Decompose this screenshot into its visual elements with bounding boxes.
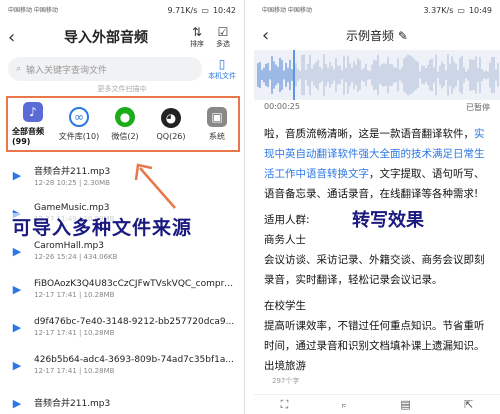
back-button[interactable]: ‹ — [262, 25, 282, 46]
file-name: FiBOAozK3Q4U83cCzCJFwTVskVQC_compre... — [34, 279, 236, 289]
tab-system[interactable]: ▣ 系统 — [196, 106, 238, 142]
sort-button[interactable]: ⇅ 排序 — [184, 24, 210, 49]
carrier-label: 中国移动 中国移动 — [8, 6, 58, 14]
search-input[interactable]: ⌕ 输入关键字查询文件 — [8, 57, 202, 81]
play-icon[interactable]: ▶ — [8, 318, 26, 336]
share-icon[interactable]: ⇱ — [464, 398, 473, 411]
file-name: CaromHall.mp3 — [34, 241, 104, 251]
playback-time: 00:00:25 — [264, 102, 300, 111]
header: ‹ 示例音频 ✎ — [254, 20, 500, 50]
scanning-status: 更多文件扫描中 — [97, 85, 147, 93]
play-icon[interactable]: ▶ — [8, 356, 26, 374]
system-icon: ▣ — [207, 106, 227, 127]
network-speed: 3.37K/s — [423, 5, 454, 15]
play-icon[interactable]: ▶ — [8, 242, 26, 260]
battery-icon: ▭ — [201, 5, 209, 15]
bottom-toolbar: ⛶ ⟔ ▤ ⇱ — [254, 394, 500, 414]
sort-icon: ⇅ — [191, 24, 203, 39]
transcript-text: 啦，音质流畅清晰，这是一款语音翻译软件，实现中英自动翻译软件强大全面的技术满足日… — [254, 116, 500, 376]
list-item[interactable]: ▶ 音频合并211.mp3 — [8, 384, 236, 414]
page-title: 导入外部音频 — [64, 30, 148, 46]
scan-icon[interactable]: ⛶ — [281, 398, 289, 412]
wechat-icon: ● — [115, 106, 135, 127]
page-title: 示例音频 — [346, 28, 395, 43]
search-icon: ⌕ — [16, 64, 22, 74]
business-desc: 会议访谈、采访记录、外籍交谈、商务会议即刻录音，实时翻译，轻松记录会议记录。 — [264, 254, 485, 286]
playback-status: 已暂停 — [466, 103, 490, 112]
qq-penguin-icon: ◕ — [161, 107, 181, 128]
crop-icon[interactable]: ⟔ — [342, 398, 347, 412]
file-name: d9f476bc-7e40-3148-9212-bb257720dca9... — [34, 317, 235, 327]
file-list: ▶ 音频合并211.mp3 12-28 10:25 | 2.30MB ▶ Gam… — [0, 152, 244, 414]
caption-transcription: 转写效果 — [352, 210, 424, 231]
battery-icon: ▭ — [457, 5, 465, 15]
waveform-graphic — [257, 50, 499, 100]
checkbox-icon: ☑ — [217, 24, 229, 39]
student-desc: 提高听课效率，不错过任何重点知识。节省重听时间，通过录音和识别文档填补课上遗漏知… — [264, 320, 485, 352]
left-phone-screen: 中国移动 中国移动 9.71K/s ▭ 10:42 ‹ 导入外部音频 ⇅ 排序 … — [0, 0, 245, 414]
list-item[interactable]: ▶ FiBOAozK3Q4U83cCzCJFwTVskVQC_compre...… — [8, 270, 236, 308]
network-speed: 9.71K/s — [167, 5, 198, 15]
multi-select-button[interactable]: ☑ 多选 — [210, 24, 236, 49]
student-heading: 在校学生 — [264, 300, 306, 312]
source-tabs: ♪ 全部音频(99) ∞ 文件库(10) ● 微信(2) ◕ QQ(26) ▣ … — [6, 96, 240, 152]
list-item[interactable]: ▶ d9f476bc-7e40-3148-9212-bb257720dca9..… — [8, 308, 236, 346]
file-name: 426b5b64-adc4-3693-809b-74ad7c35bf1a... — [34, 355, 234, 365]
back-button[interactable]: ‹ — [8, 27, 28, 48]
play-icon[interactable]: ▶ — [8, 394, 26, 412]
list-item[interactable]: ▶ 音频合并211.mp3 12-28 10:25 | 2.30MB — [8, 156, 236, 194]
tab-all-audio[interactable]: ♪ 全部音频(99) — [12, 102, 54, 146]
phone-icon: ▯ — [218, 57, 226, 71]
file-info: 12-26 15:24 | 434.06KB — [34, 253, 118, 261]
file-info: 12-17 17:41 | 10.28MB — [34, 367, 115, 375]
document-icon[interactable]: ▤ — [400, 398, 410, 411]
business-heading: 商务人士 — [264, 234, 306, 246]
play-icon[interactable]: ▶ — [8, 280, 26, 298]
audio-waveform[interactable] — [254, 50, 500, 100]
music-note-icon: ♪ — [23, 102, 43, 122]
local-files-button[interactable]: ▯ 本机文件 — [208, 57, 236, 81]
folder-link-icon: ∞ — [69, 106, 89, 127]
play-icon[interactable]: ▶ — [8, 166, 26, 184]
header: ‹ 导入外部音频 ⇅ 排序 ☑ 多选 — [0, 20, 244, 54]
carrier-label: 中国移动 中国移动 — [262, 6, 312, 14]
caption-file-sources: 可导入多种文件来源 — [12, 213, 193, 240]
file-info: 12-17 17:41 | 10.28MB — [34, 329, 115, 337]
file-info: 12-17 17:41 | 10.28MB — [34, 291, 115, 299]
status-time: 10:49 — [468, 5, 492, 15]
tab-qq[interactable]: ◕ QQ(26) — [150, 107, 192, 141]
list-item[interactable]: ▶ 426b5b64-adc4-3693-809b-74ad7c35bf1a..… — [8, 346, 236, 384]
word-count: 297个字 — [272, 377, 300, 385]
edit-icon[interactable]: ✎ — [398, 29, 408, 43]
status-bar: 中国移动 中国移动 3.37K/s ▭ 10:49 — [254, 0, 500, 20]
travel-heading: 出境旅游 — [264, 360, 306, 372]
file-name: 音频合并211.mp3 — [34, 398, 111, 409]
annotation-arrow — [134, 163, 176, 209]
tab-file-library[interactable]: ∞ 文件库(10) — [58, 106, 100, 142]
status-bar: 中国移动 中国移动 9.71K/s ▭ 10:42 — [0, 0, 244, 20]
status-time: 10:42 — [212, 5, 236, 15]
search-placeholder: 输入关键字查询文件 — [26, 65, 108, 76]
tab-wechat[interactable]: ● 微信(2) — [104, 106, 146, 142]
